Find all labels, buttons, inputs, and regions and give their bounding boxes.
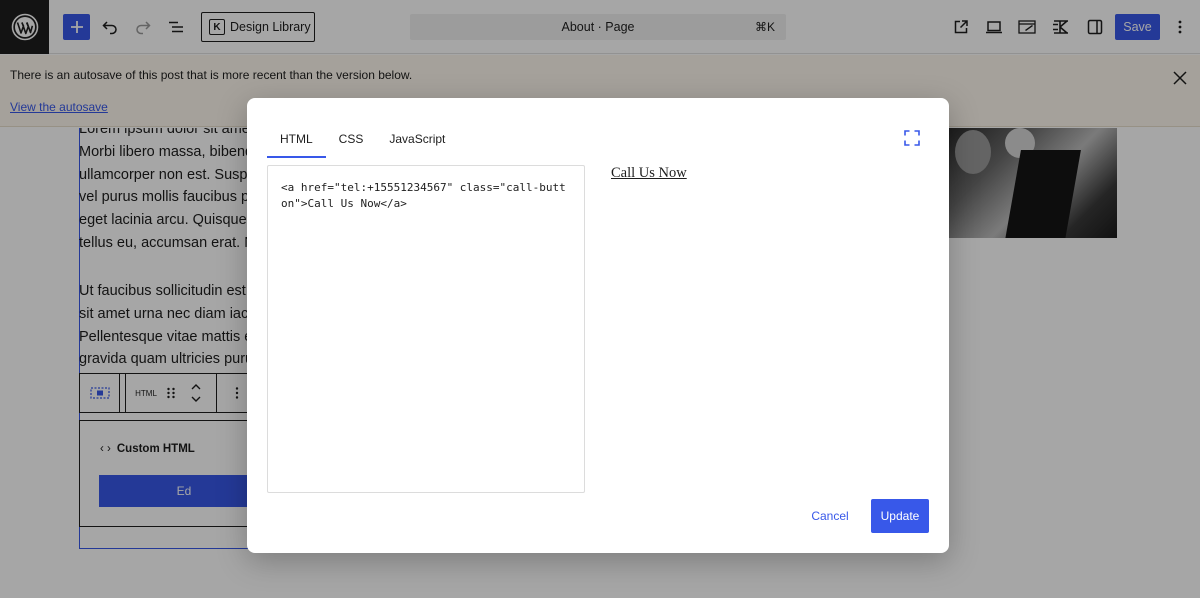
html-code-editor[interactable]: <a href="tel:+15551234567" class="call-b… [267,165,585,493]
update-button[interactable]: Update [871,499,929,533]
custom-html-editor-modal: HTML CSS JavaScript <a href="tel:+155512… [247,98,949,553]
tab-html[interactable]: HTML [267,120,326,158]
cancel-button[interactable]: Cancel [801,499,859,533]
tab-css[interactable]: CSS [326,120,377,158]
fullscreen-button[interactable] [901,127,923,149]
code-tabs: HTML CSS JavaScript [267,120,458,158]
tab-javascript[interactable]: JavaScript [376,120,458,158]
fullscreen-icon [904,130,920,146]
html-preview-pane: Call Us Now [611,164,921,492]
preview-call-link[interactable]: Call Us Now [611,165,687,181]
